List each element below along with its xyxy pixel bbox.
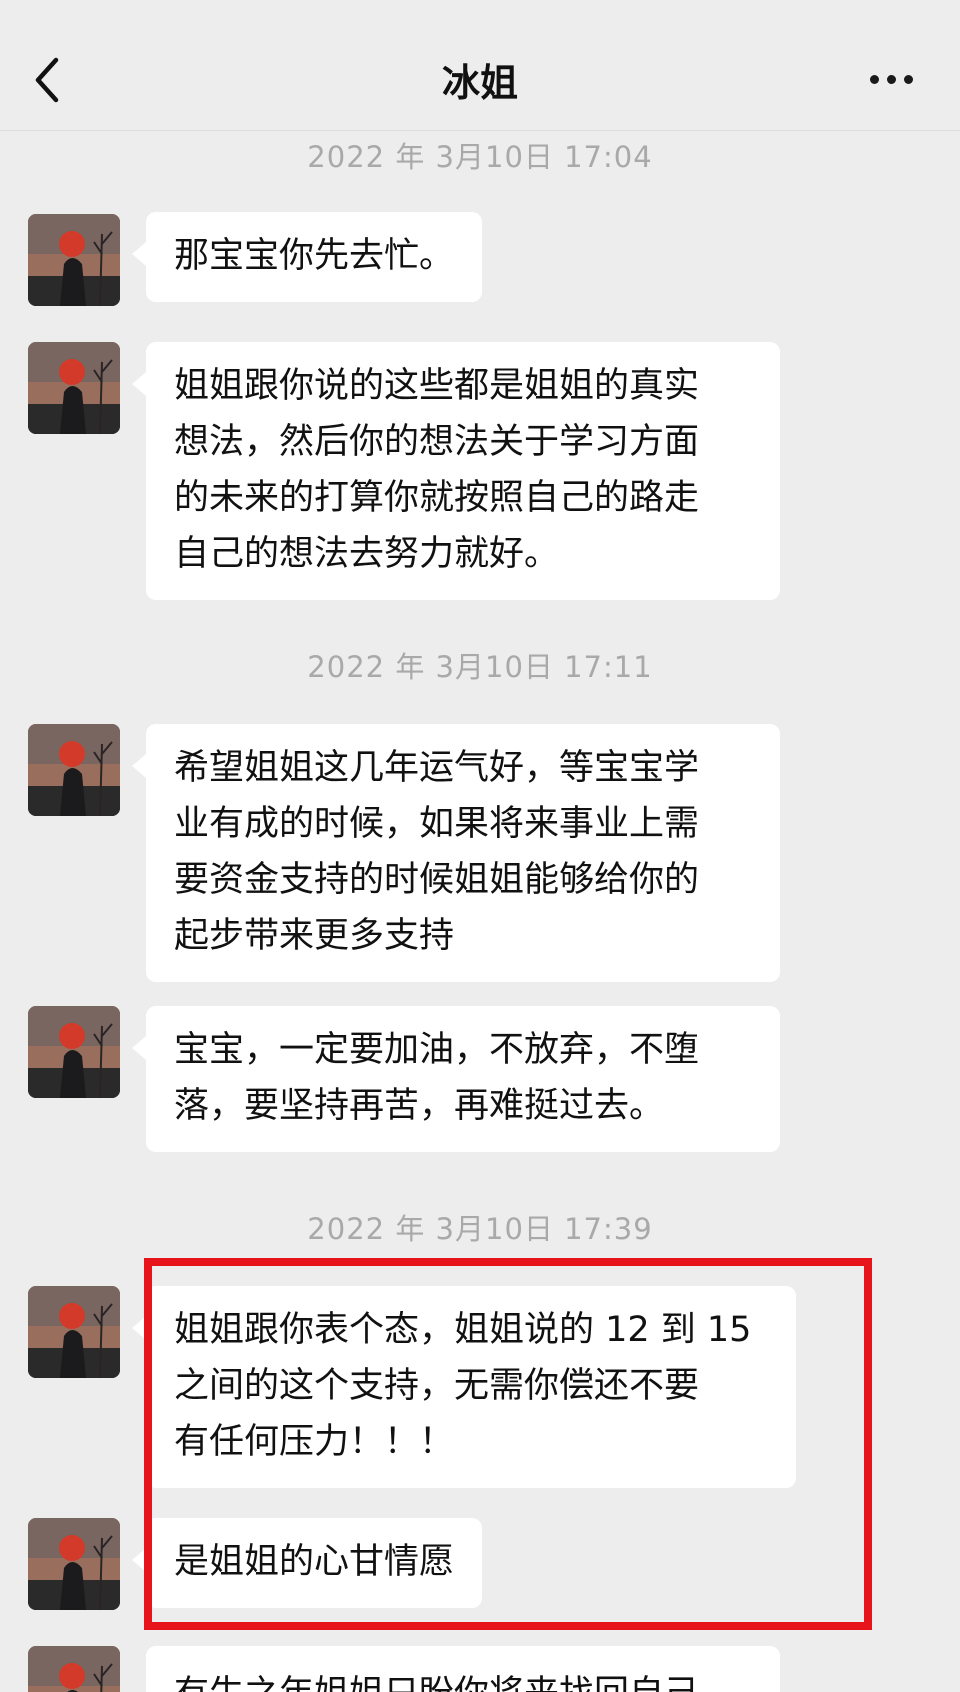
message-text: 希望姐姐这几年运气好，等宝宝学 xyxy=(174,748,700,788)
message-bubble[interactable]: 宝宝，一定要加油，不放弃，不堕 落，要坚持再苦，再难挺过去。 xyxy=(132,1006,780,1152)
chat-screen: 冰姐 2022 年 3月10日 17:04 那宝宝你先去忙。 姐姐跟你说的这些都… xyxy=(0,0,960,1692)
more-dots-icon xyxy=(870,75,879,84)
message-bubble[interactable]: 姐姐跟你表个态，姐姐说的 12 到 15 之间的这个支持，无需你偿还不要 有任何… xyxy=(132,1286,796,1488)
message-timestamp: 2022 年 3月10日 17:11 xyxy=(307,650,653,684)
message-text: 的未来的打算你就按照自己的路走 xyxy=(174,478,700,518)
more-button[interactable] xyxy=(866,60,926,100)
avatar[interactable] xyxy=(28,342,120,434)
avatar-image xyxy=(28,1518,120,1610)
avatar[interactable] xyxy=(28,214,120,306)
avatar-image xyxy=(28,724,120,816)
message-text: 想法，然后你的想法关于学习方面 xyxy=(174,422,700,462)
avatar-image xyxy=(28,1646,120,1692)
message-bubble[interactable]: 是姐姐的心甘情愿 xyxy=(131,1518,483,1608)
chat-title: 冰姐 xyxy=(441,61,518,105)
avatar-image xyxy=(28,1286,120,1378)
more-dot xyxy=(887,75,896,84)
message-timestamp: 2022 年 3月10日 17:39 xyxy=(307,1212,653,1246)
more-dot xyxy=(904,75,913,84)
message-text: 是姐姐的心甘情愿 xyxy=(174,1542,455,1582)
message-text: 姐姐跟你说的这些都是姐姐的真实 xyxy=(174,366,700,406)
avatar[interactable] xyxy=(28,724,120,816)
message-text: 姐姐跟你表个态，姐姐说的 12 到 15 xyxy=(174,1310,752,1350)
message-text: 落，要坚持再苦，再难挺过去。 xyxy=(174,1086,665,1126)
avatar[interactable] xyxy=(28,1518,120,1610)
message-bubble[interactable]: 有生之年姐姐只盼你将来找回自己 xyxy=(146,1646,780,1692)
avatar[interactable] xyxy=(28,1646,120,1692)
message-text: 宝宝，一定要加油，不放弃，不堕 xyxy=(174,1030,700,1070)
message-text: 业有成的时候，如果将来事业上需 xyxy=(174,804,700,844)
message-text: 那宝宝你先去忙。 xyxy=(174,236,455,276)
message-bubble[interactable]: 希望姐姐这几年运气好，等宝宝学 业有成的时候，如果将来事业上需 要资金支持的时候… xyxy=(132,724,780,982)
message-text: 自己的想法去努力就好。 xyxy=(174,534,560,574)
message-timestamp: 2022 年 3月10日 17:04 xyxy=(307,140,653,174)
message-text: 起步带来更多支持 xyxy=(174,916,455,956)
message-bubble[interactable]: 姐姐跟你说的这些都是姐姐的真实 想法，然后你的想法关于学习方面 的未来的打算你就… xyxy=(132,342,780,600)
message-text: 要资金支持的时候姐姐能够给你的 xyxy=(174,860,700,900)
navigation-bar: 冰姐 xyxy=(0,0,960,131)
avatar[interactable] xyxy=(28,1286,120,1378)
message-text: 有任何压力！！！ xyxy=(174,1422,455,1462)
avatar-image xyxy=(28,1006,120,1098)
avatar-image xyxy=(28,214,120,306)
avatar[interactable] xyxy=(28,1006,120,1098)
message-text: 之间的这个支持，无需你偿还不要 xyxy=(174,1366,700,1406)
message-bubble[interactable]: 那宝宝你先去忙。 xyxy=(131,212,483,302)
message-text: 有生之年姐姐只盼你将来找回自己 xyxy=(174,1666,752,1692)
avatar-image xyxy=(28,342,120,434)
